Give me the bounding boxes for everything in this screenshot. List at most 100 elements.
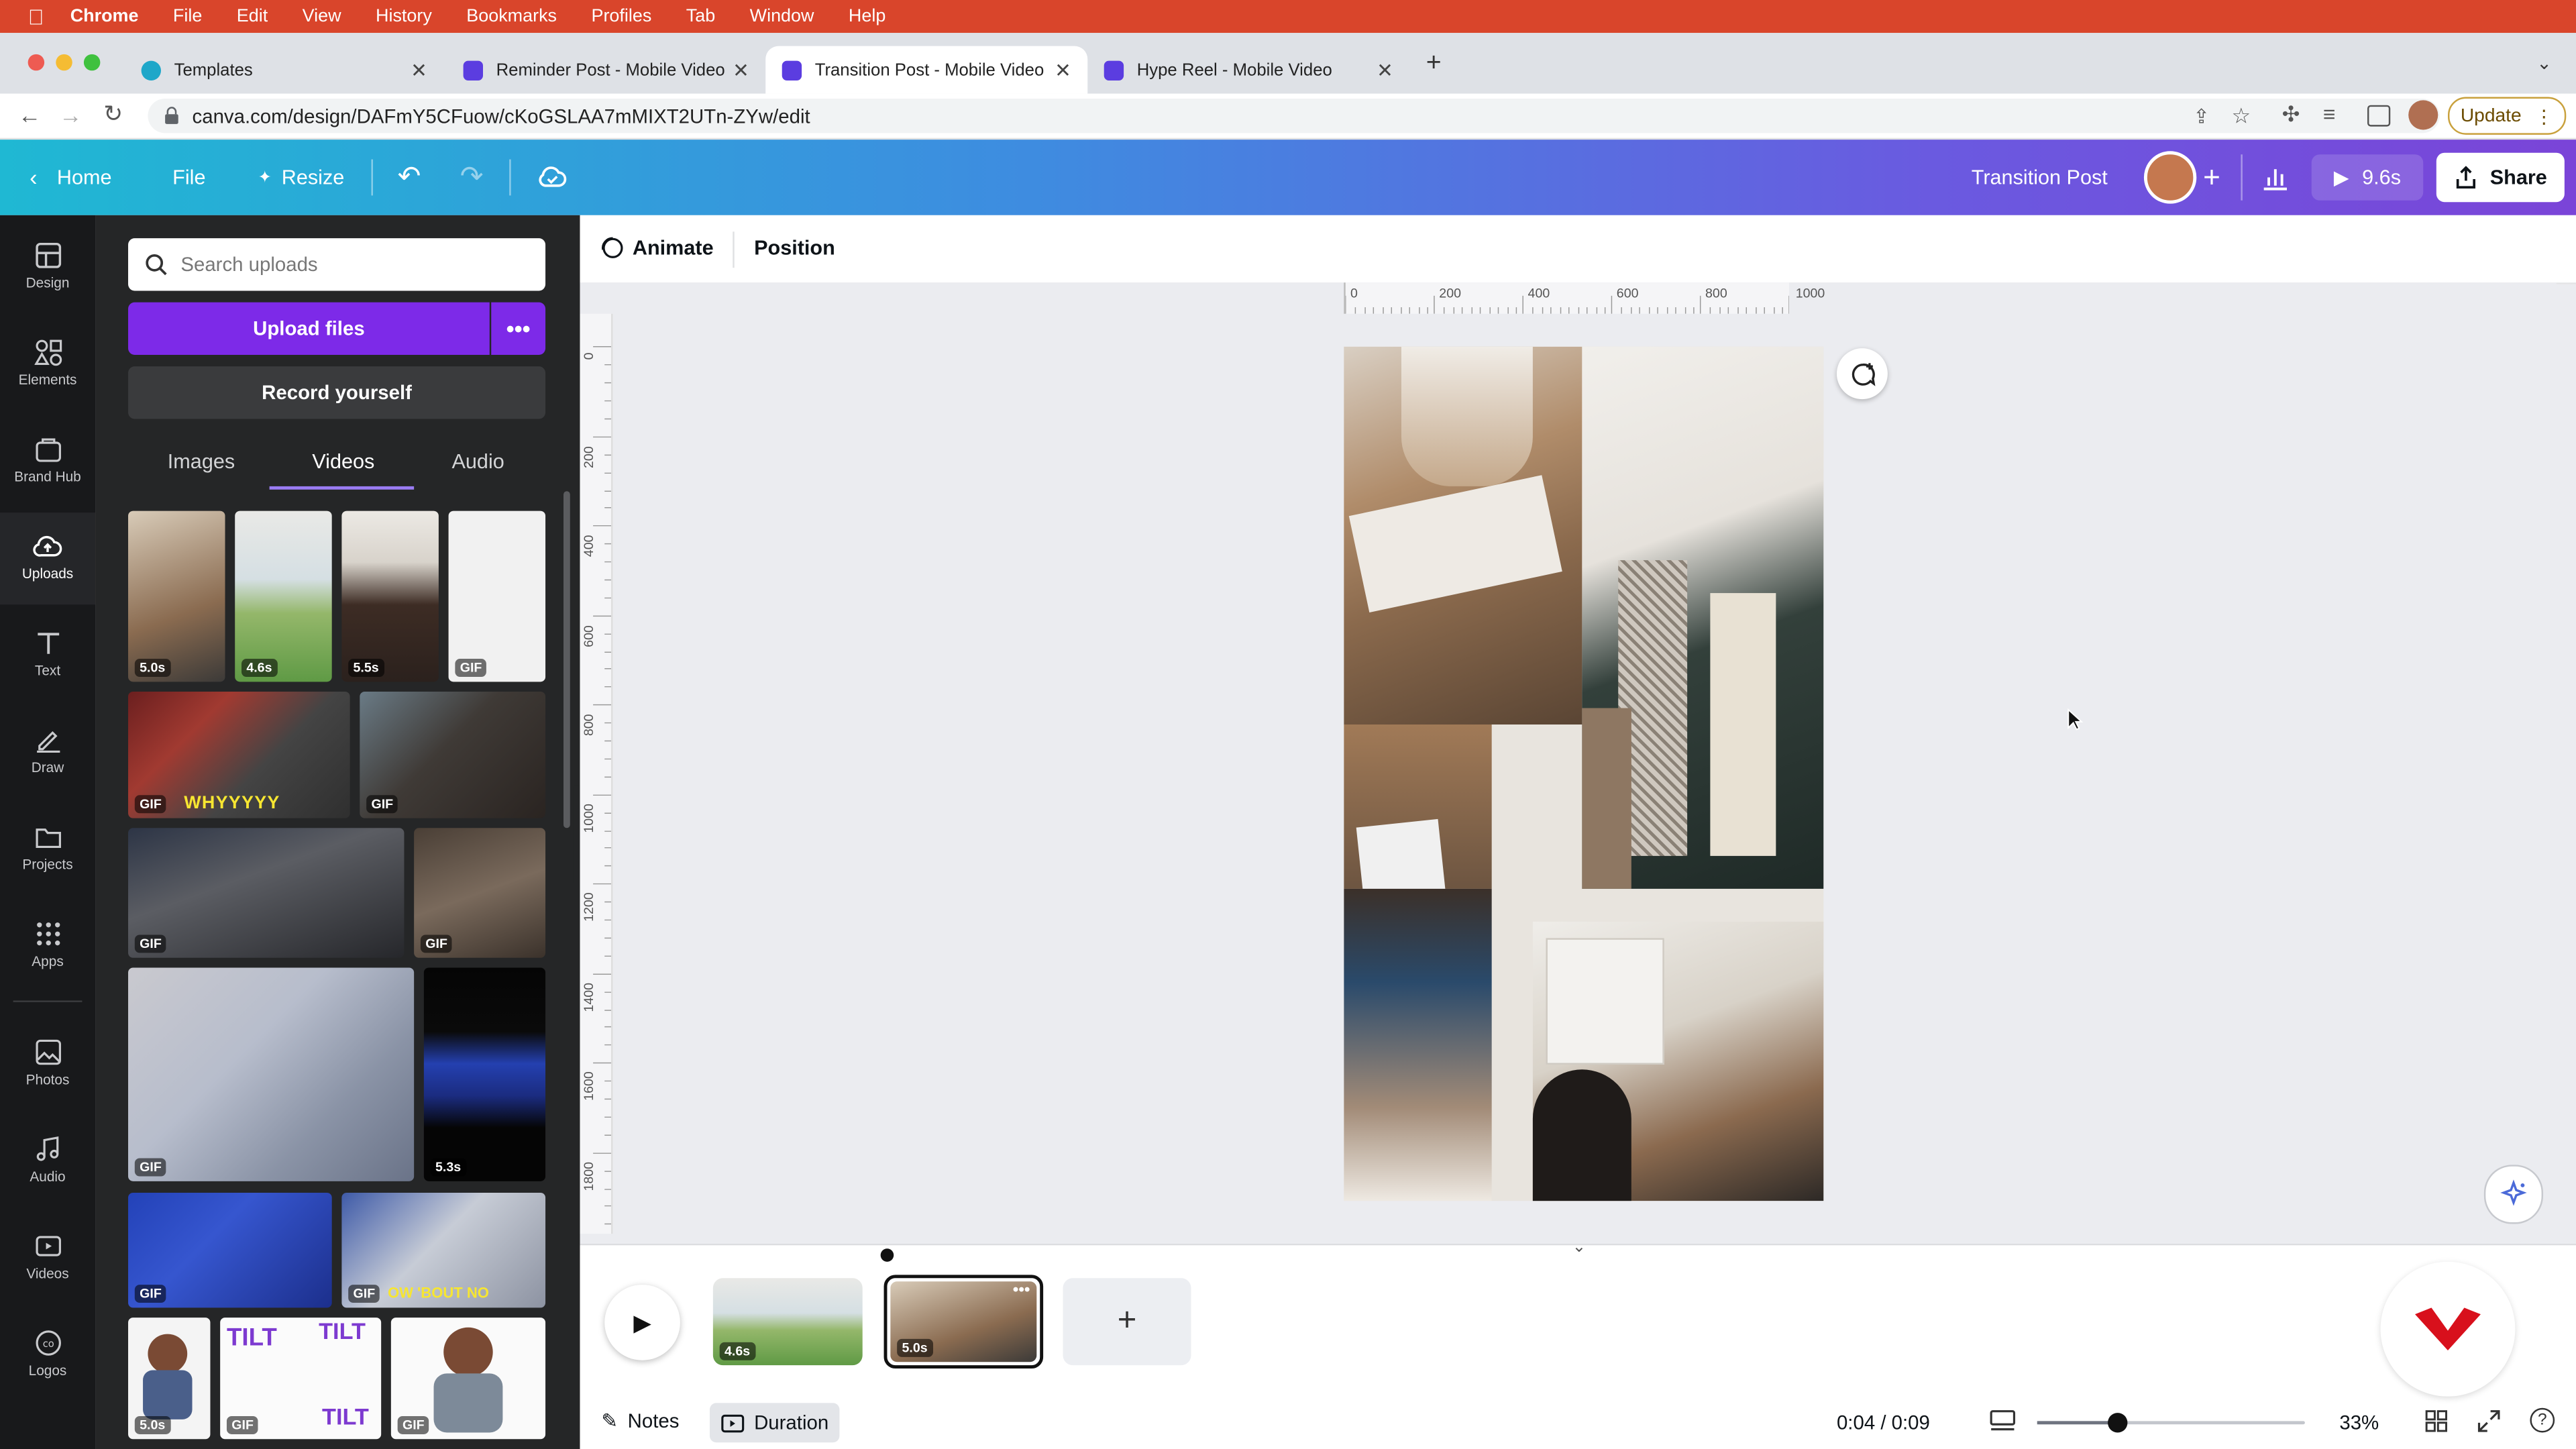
timeline-scene-2[interactable]: 5.0s ••• xyxy=(883,1275,1044,1369)
rail-logos[interactable]: co Logos xyxy=(0,1309,95,1401)
url-bar[interactable]: canva.com/design/DAFmY5CFuow/cKoGSLAA7mM… xyxy=(148,98,2440,133)
resize-button[interactable]: ✦ Resize xyxy=(258,140,344,215)
menu-profiles[interactable]: Profiles xyxy=(591,7,651,26)
rail-brand-hub[interactable]: Brand Hub xyxy=(0,416,95,508)
animate-button[interactable]: Animate xyxy=(600,235,714,260)
add-collaborator-icon[interactable]: + xyxy=(2203,140,2220,215)
collage-photo-desk[interactable] xyxy=(1344,346,1582,725)
collage-photo-samples[interactable] xyxy=(1582,346,1824,889)
window-close-button[interactable] xyxy=(28,54,45,71)
share-button[interactable]: Share xyxy=(2436,152,2565,203)
close-tab-icon[interactable]: ✕ xyxy=(1377,58,1393,81)
rail-elements[interactable]: Elements xyxy=(0,319,95,411)
rail-apps[interactable]: Apps xyxy=(0,900,95,992)
upload-more-options-icon[interactable]: ••• xyxy=(491,302,546,355)
forward-arrow-icon[interactable]: → xyxy=(59,102,82,128)
upload-gif-thumb[interactable]: GIF WHYYYYY xyxy=(128,692,350,818)
reading-list-icon[interactable]: ≡ xyxy=(2323,102,2336,127)
upload-gif-thumb[interactable]: GIF xyxy=(414,828,546,958)
rail-videos[interactable]: Videos xyxy=(0,1212,95,1304)
browser-tab-reminder-post[interactable]: Reminder Post - Mobile Video ✕ xyxy=(447,46,765,94)
design-title[interactable]: Transition Post xyxy=(1972,140,2108,215)
timeline-scene-1[interactable]: 4.6s xyxy=(712,1278,863,1366)
grid-view-icon[interactable] xyxy=(2425,1409,2448,1432)
browser-tab-transition-post[interactable]: Transition Post - Mobile Video ✕ xyxy=(765,46,1088,94)
new-tab-icon[interactable]: + xyxy=(1426,49,1442,78)
panel-scrollbar[interactable] xyxy=(564,491,570,828)
record-yourself-button[interactable]: Record yourself xyxy=(128,366,546,419)
upload-gif-thumb[interactable]: GIF xyxy=(128,828,405,958)
upload-video-thumb[interactable]: 5.0s xyxy=(128,1318,211,1440)
upload-gif-thumb[interactable]: TILT TILT TILT GIF xyxy=(220,1318,382,1440)
share-page-icon[interactable]: ⇪ xyxy=(2193,105,2210,127)
window-minimize-button[interactable] xyxy=(56,54,72,71)
rail-text[interactable]: Text xyxy=(0,610,95,702)
add-comment-icon[interactable] xyxy=(1836,348,1888,400)
timeline-play-button[interactable]: ▶ xyxy=(604,1285,680,1360)
menu-help[interactable]: Help xyxy=(849,7,885,26)
update-button[interactable]: Update ⋮ xyxy=(2447,97,2567,135)
timeline-collapse-chevron-icon[interactable]: ⌄ xyxy=(1529,1239,1628,1258)
bookmark-star-icon[interactable]: ☆ xyxy=(2232,103,2251,129)
redo-icon[interactable]: ↷ xyxy=(460,140,484,215)
menu-window[interactable]: Window xyxy=(750,7,814,26)
reload-icon[interactable]: ↻ xyxy=(103,100,123,128)
close-tab-icon[interactable]: ✕ xyxy=(411,58,427,81)
panel-tab-audio[interactable]: Audio xyxy=(451,450,504,473)
cloud-saved-icon[interactable] xyxy=(537,140,567,215)
duration-button[interactable]: Duration xyxy=(709,1403,841,1443)
menu-file[interactable]: File xyxy=(173,7,202,26)
upload-video-thumb[interactable]: 4.6s xyxy=(235,511,332,682)
menu-history[interactable]: History xyxy=(376,7,432,26)
scene-more-options-icon[interactable]: ••• xyxy=(1013,1281,1030,1299)
profile-avatar[interactable] xyxy=(2408,100,2438,130)
rail-photos[interactable]: Photos xyxy=(0,1018,95,1110)
zoom-slider-knob[interactable] xyxy=(2108,1413,2128,1433)
rail-audio[interactable]: Audio xyxy=(0,1116,95,1208)
insights-chart-icon[interactable] xyxy=(2262,140,2288,215)
menu-app-name[interactable]: Chrome xyxy=(70,7,139,26)
design-page-canvas[interactable] xyxy=(1344,346,1824,1201)
panel-tab-videos[interactable]: Videos xyxy=(312,450,374,473)
upload-gif-thumb[interactable]: GIF xyxy=(128,967,415,1181)
side-panel-icon[interactable] xyxy=(2367,105,2391,127)
notes-button[interactable]: ✎ Notes xyxy=(601,1409,679,1432)
rail-uploads[interactable]: Uploads xyxy=(0,513,96,605)
upload-gif-thumb[interactable]: GIF xyxy=(128,1192,332,1308)
menu-tab[interactable]: Tab xyxy=(686,7,715,26)
collage-photo-moodboard[interactable] xyxy=(1532,921,1824,1201)
upload-video-thumb[interactable]: 5.3s xyxy=(423,967,546,1181)
tab-search-chevron-icon[interactable]: ⌄ xyxy=(2536,52,2552,74)
upload-video-thumb[interactable]: 5.5s xyxy=(341,511,439,682)
magic-assistant-sparkle-icon[interactable] xyxy=(2483,1165,2544,1224)
rail-design[interactable]: Design xyxy=(0,222,95,314)
upload-gif-thumb[interactable]: GIF OW 'BOUT NO xyxy=(341,1192,546,1308)
back-arrow-icon[interactable]: ← xyxy=(18,102,41,128)
menu-edit[interactable]: Edit xyxy=(237,7,268,26)
browser-tab-hype-reel[interactable]: Hype Reel - Mobile Video ✕ xyxy=(1087,46,1409,94)
add-scene-button[interactable]: + xyxy=(1063,1278,1191,1366)
panel-tab-images[interactable]: Images xyxy=(168,450,235,473)
fullscreen-expand-icon[interactable] xyxy=(2477,1409,2500,1432)
upload-gif-thumb[interactable]: GIF xyxy=(390,1318,546,1440)
zoom-percent[interactable]: 33% xyxy=(2339,1411,2379,1434)
upload-video-thumb[interactable]: 5.0s xyxy=(128,511,225,682)
position-button[interactable]: Position xyxy=(754,237,835,260)
menu-view[interactable]: View xyxy=(303,7,341,26)
search-uploads-input[interactable]: Search uploads xyxy=(128,238,546,291)
close-tab-icon[interactable]: ✕ xyxy=(733,58,749,81)
window-zoom-button[interactable] xyxy=(83,54,101,71)
collage-photo-hands[interactable] xyxy=(1344,888,1492,1201)
page-view-icon[interactable] xyxy=(1990,1409,2016,1432)
upload-gif-thumb[interactable]: GIF xyxy=(360,692,546,818)
close-tab-icon[interactable]: ✕ xyxy=(1055,58,1071,81)
collage-photo-wood[interactable] xyxy=(1344,724,1492,910)
collaborator-avatar[interactable] xyxy=(2143,151,2197,204)
play-preview-button[interactable]: ▶ 9.6s xyxy=(2311,154,2424,201)
rail-projects[interactable]: Projects xyxy=(0,804,95,896)
menu-bookmarks[interactable]: Bookmarks xyxy=(466,7,557,26)
home-button[interactable]: ‹ Home xyxy=(30,140,111,215)
extensions-puzzle-icon[interactable]: ✣ xyxy=(2282,102,2300,128)
rail-draw[interactable]: Draw xyxy=(0,706,95,798)
browser-tab-templates[interactable]: Templates ✕ xyxy=(125,46,443,94)
